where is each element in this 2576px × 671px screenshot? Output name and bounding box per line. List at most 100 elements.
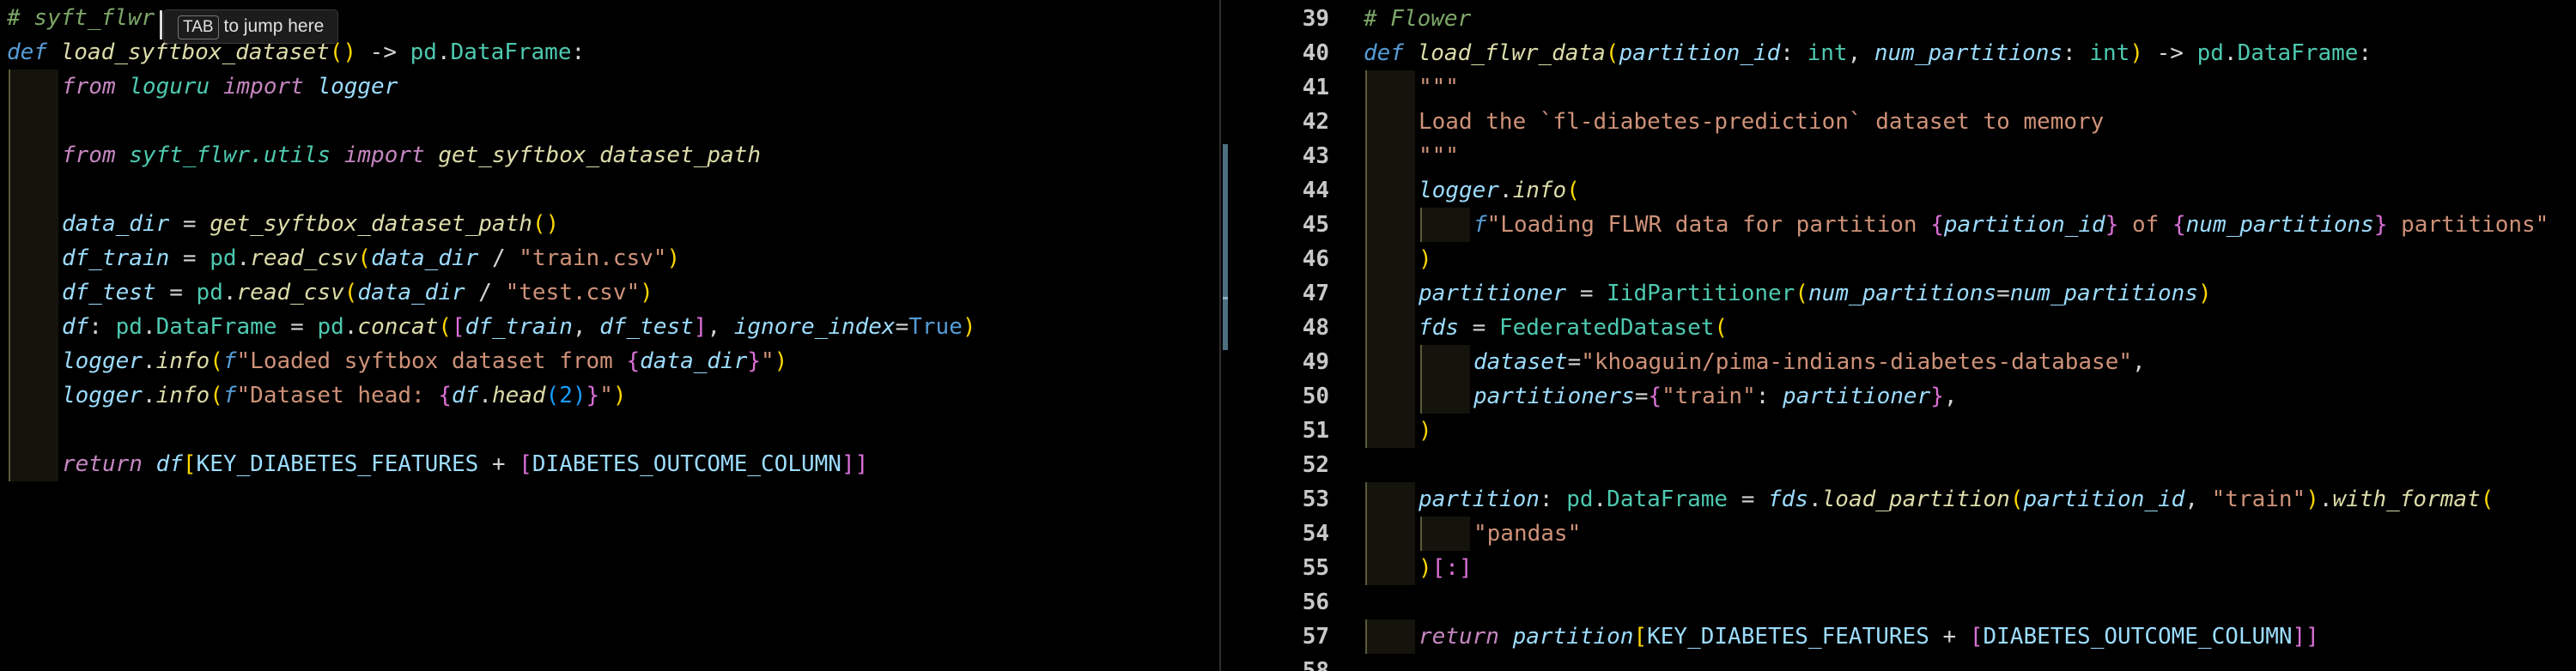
code-token: pd (317, 314, 344, 340)
code-token: partition_id (1619, 40, 1781, 66)
code-token: syft_flwr.utils (129, 142, 344, 168)
code-line[interactable]: return df[KEY_DIABETES_FEATURES + [DIABE… (62, 447, 868, 481)
code-token: num_partitions (1874, 40, 2063, 66)
code-token: . (1808, 487, 1822, 512)
line-number: 56 (1302, 589, 1329, 615)
indent-guide (9, 344, 58, 378)
code-line[interactable]: # Flower (1364, 2, 1471, 36)
code-line[interactable]: logger.info( (1419, 173, 1580, 208)
code-line[interactable]: f"Loading FLWR data for partition {parti… (1473, 208, 2549, 242)
code-line[interactable]: "pandas" (1473, 517, 1581, 551)
code-token: pd (410, 39, 437, 65)
indent-rule (9, 207, 10, 241)
code-line[interactable]: data_dir = get_syftbox_dataset_path() (62, 207, 559, 241)
code-line[interactable]: partition: pd.DataFrame = fds.load_parti… (1419, 482, 2494, 517)
code-token: df_train (62, 245, 170, 271)
code-token: partitioner (1419, 281, 1567, 306)
code-token: = (155, 280, 197, 305)
code-token: partitioner (1783, 384, 1931, 409)
line-number: 48 (1302, 315, 1329, 341)
code-token: ]] (841, 451, 869, 477)
code-line[interactable]: df_test = pd.read_csv(data_dir / "test.c… (62, 275, 653, 310)
code-line[interactable]: Load the `fl-diabetes-prediction` datase… (1419, 105, 2104, 139)
code-token: df_train (465, 314, 573, 340)
code-token: pd (115, 314, 143, 340)
code-line[interactable]: ) (1419, 242, 1432, 276)
indent-rule (1365, 414, 1367, 448)
code-token: = (1458, 315, 1499, 341)
code-line[interactable]: def load_flwr_data(partition_id: int, nu… (1364, 36, 2372, 70)
code-token: / (465, 280, 506, 305)
code-line[interactable]: # syft_flwr (7, 1, 155, 35)
indent-rule (1365, 620, 1367, 654)
code-line[interactable]: dataset="khoaguin/pima-indians-diabetes-… (1473, 345, 2146, 379)
code-line[interactable]: df_train = pd.read_csv(data_dir / "train… (62, 241, 680, 275)
code-token: num_partitions (2009, 281, 2198, 306)
indent-rule (1365, 105, 1367, 139)
code-token: return (62, 451, 156, 477)
code-line[interactable]: """ (1419, 70, 1459, 105)
code-token: pd (196, 280, 223, 305)
code-line[interactable]: fds = FederatedDataset( (1419, 311, 1728, 345)
line-number: 58 (1302, 658, 1329, 671)
code-token: # Flower (1364, 6, 1472, 32)
code-token: partitioners (1473, 384, 1635, 409)
code-line[interactable]: from syft_flwr.utils import get_syftbox_… (62, 138, 761, 172)
code-token: int (1807, 40, 1848, 66)
code-line[interactable]: df: pd.DataFrame = pd.concat([df_train, … (62, 310, 976, 344)
code-token: pd (210, 245, 237, 271)
indent-rule (1365, 345, 1367, 379)
code-line[interactable]: partitioners={"train": partitioner}, (1473, 379, 1958, 414)
code-token: [ (1969, 624, 1984, 650)
line-number: 39 (1302, 6, 1329, 32)
code-token: concat (357, 314, 439, 340)
code-token: { (1930, 212, 1944, 238)
code-token: : (1755, 384, 1783, 409)
code-token: -> (2142, 40, 2197, 66)
indent-guide (9, 275, 58, 310)
indent-guide (1365, 208, 1415, 242)
line-number: 46 (1302, 246, 1329, 272)
indent-rule (1365, 482, 1367, 517)
indent-guide (9, 241, 58, 275)
code-token: KEY_DIABETES_FEATURES (1647, 624, 1929, 650)
code-token: logger (62, 348, 143, 374)
code-line[interactable]: ) (1419, 414, 1432, 448)
code-line[interactable]: )[:] (1419, 551, 1473, 585)
code-token: ) (1419, 246, 1432, 272)
code-token: partition (1419, 487, 1540, 512)
code-token: df (62, 314, 89, 340)
code-token: logger (317, 74, 398, 100)
code-line[interactable]: partitioner = IidPartitioner(num_partiti… (1419, 276, 2212, 311)
right-editor-pane[interactable]: 39 40 41 42 43 44 45 46 47 48 49 50 51 52 53 54 55 56 57 58… (1228, 0, 2576, 671)
code-line[interactable]: logger.info(f"Loaded syftbox dataset fro… (62, 344, 787, 378)
code-token: : (88, 314, 116, 340)
indent-rule (1420, 517, 1422, 551)
code-line[interactable]: return partition[KEY_DIABETES_FEATURES +… (1419, 620, 2319, 654)
code-token: int (2089, 40, 2130, 66)
code-token: read_csv (250, 245, 358, 271)
code-line[interactable]: """ (1419, 139, 1459, 173)
code-line[interactable]: from loguru import logger (62, 70, 398, 104)
code-token: "khoaguin/pima-indians-diabetes-database… (1581, 349, 2133, 375)
code-token: "Loaded syftbox dataset from (236, 348, 627, 374)
left-editor-pane[interactable]: # syft_flwr def load_syftbox_dataset() ->… (0, 0, 1214, 671)
code-token: } (2105, 212, 2119, 238)
indent-guide (9, 447, 58, 481)
indent-guide (1365, 242, 1415, 276)
code-token: : (1539, 487, 1567, 512)
code-token: ) (612, 383, 627, 408)
code-token: = (1566, 281, 1607, 306)
code-token: ( (343, 280, 358, 305)
code-token: True (908, 314, 963, 340)
code-token: . (236, 245, 251, 271)
jump-hint-tooltip: TAB to jump here (163, 9, 339, 44)
code-token: ) (774, 348, 788, 374)
code-line[interactable]: logger.info(f"Dataset head: {df.head(2)}… (62, 378, 627, 413)
code-token: ) (962, 314, 976, 340)
code-token: . (142, 348, 156, 374)
code-token: / (478, 245, 519, 271)
code-token: f (1473, 212, 1487, 238)
code-token: df (155, 451, 183, 477)
code-token: ] (693, 314, 708, 340)
